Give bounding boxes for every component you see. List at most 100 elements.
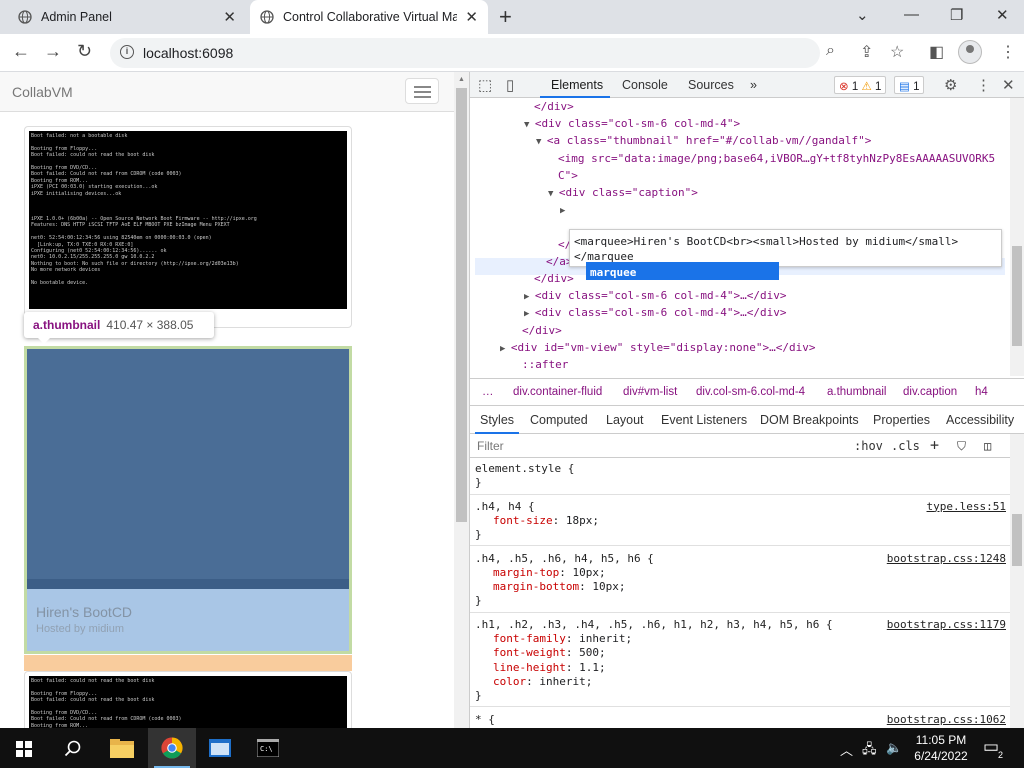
devtools-menu-icon[interactable]: ⋮	[976, 76, 991, 94]
elements-scrollbar[interactable]	[1010, 98, 1024, 376]
issues-badge[interactable]: ⊗ 1 ⚠ 1	[834, 76, 887, 94]
tab-console[interactable]: Console	[622, 78, 668, 92]
style-declaration[interactable]: margin-top: 10px;	[493, 566, 606, 580]
tab-search-chevron-icon[interactable]: ⌄	[856, 6, 869, 24]
scrollbar-thumb[interactable]	[1012, 246, 1022, 346]
reload-icon[interactable]: ↻	[77, 41, 92, 62]
rule-selector[interactable]: .h4, .h5, .h6, h4, h5, h6 {	[475, 552, 654, 566]
hamburger-menu-icon[interactable]	[405, 78, 439, 104]
messages-badge[interactable]: ▤ 1	[894, 76, 925, 94]
rule-source-link[interactable]: bootstrap.css:1248	[887, 552, 1006, 566]
tab-sources[interactable]: Sources	[688, 78, 734, 92]
back-arrow-icon[interactable]: ←	[12, 41, 30, 62]
breadcrumb-item[interactable]: a.thumbnail	[827, 386, 886, 398]
close-window-icon[interactable]: ✕	[996, 6, 1009, 24]
system-clock[interactable]: 11:05 PM 6/24/2022	[906, 732, 976, 764]
maximize-icon[interactable]: ❐	[950, 6, 963, 24]
hov-toggle[interactable]: :hov	[854, 439, 883, 453]
inspect-element-icon[interactable]: ⬚	[478, 76, 492, 94]
breadcrumb-item[interactable]: div.col-sm-6.col-md-4	[696, 386, 805, 398]
search-button[interactable]	[48, 728, 96, 768]
rule-selector[interactable]: .h4, h4 {	[475, 500, 535, 514]
tab-accessibility[interactable]: Accessibility	[946, 413, 1014, 427]
profile-avatar[interactable]	[958, 40, 982, 64]
tab-properties[interactable]: Properties	[873, 413, 930, 427]
tab-event-listeners[interactable]: Event Listeners	[661, 413, 747, 427]
style-declaration[interactable]: font-size: 18px;	[493, 514, 599, 528]
autocomplete-suggestion[interactable]: marquee	[586, 262, 779, 280]
new-style-rule-icon[interactable]: +	[930, 436, 939, 454]
expand-triangle-icon[interactable]: ▼	[536, 137, 547, 147]
tab-elements[interactable]: Elements	[551, 78, 603, 92]
side-panel-icon[interactable]: ◧	[929, 42, 944, 62]
vm-thumbnail[interactable]: Boot failed: not a bootable disk Booting …	[24, 126, 352, 328]
tab-dom-breakpoints[interactable]: DOM Breakpoints	[760, 413, 859, 427]
app-button[interactable]	[196, 728, 244, 768]
volume-icon[interactable]: 🔈	[886, 740, 902, 756]
more-tabs-icon[interactable]: »	[750, 78, 757, 92]
breadcrumb-item[interactable]: div.caption	[903, 386, 957, 398]
close-devtools-icon[interactable]: ✕	[1002, 76, 1015, 94]
dom-node-row[interactable]: ▼ <div class="caption">	[548, 184, 698, 203]
highlighted-vm-thumbnail[interactable]: Hiren's BootCD Hosted by midium	[24, 346, 352, 654]
expand-triangle-icon[interactable]: ▼	[524, 120, 535, 130]
dom-node-row[interactable]: </div>	[534, 98, 574, 115]
cls-toggle[interactable]: .cls	[891, 439, 920, 453]
zoom-icon[interactable]: ⌕	[826, 42, 835, 60]
dom-node-row[interactable]: </div>	[522, 322, 562, 339]
dom-node-row[interactable]: ::after	[522, 356, 568, 373]
styles-scrollbar[interactable]	[1010, 434, 1024, 728]
brand-link[interactable]: CollabVM	[12, 84, 73, 100]
minimize-icon[interactable]: —	[904, 6, 919, 23]
page-scrollbar[interactable]: ▲	[454, 72, 469, 728]
breadcrumb-item[interactable]: div#vm-list	[623, 386, 677, 398]
forward-arrow-icon[interactable]: →	[44, 41, 62, 62]
kebab-menu-icon[interactable]: ⋮	[1000, 42, 1016, 62]
rule-source-link[interactable]: type.less:51	[927, 500, 1006, 514]
collapse-triangle-icon[interactable]: ▶	[560, 206, 565, 216]
bookmark-star-icon[interactable]: ☆	[890, 42, 904, 62]
paint-icon[interactable]: ⛉	[957, 439, 966, 454]
terminal-button[interactable]: C:\	[244, 728, 292, 768]
style-declaration[interactable]: color: inherit;	[493, 675, 592, 689]
new-tab-icon[interactable]: +	[499, 4, 512, 30]
rule-selector[interactable]: * {	[475, 713, 495, 727]
toggle-sidebar-icon[interactable]: ◫	[984, 439, 991, 453]
dom-node-row[interactable]: C">	[558, 167, 578, 184]
tab-layout[interactable]: Layout	[606, 413, 644, 427]
close-tab-icon[interactable]: ✕	[223, 8, 236, 26]
expand-triangle-icon[interactable]: ▼	[548, 189, 559, 199]
close-tab-icon[interactable]: ✕	[465, 8, 478, 26]
tab-collabvm[interactable]: Control Collaborative Virtual Mac ✕	[250, 0, 488, 34]
rule-source-link[interactable]: bootstrap.css:1179	[887, 618, 1006, 632]
tab-computed[interactable]: Computed	[530, 413, 588, 427]
start-button[interactable]	[0, 728, 48, 768]
style-declaration[interactable]: margin-bottom: 10px;	[493, 580, 625, 594]
style-declaration[interactable]: font-family: inherit;	[493, 632, 632, 646]
breadcrumb-item[interactable]: div.container-fluid	[513, 386, 602, 398]
site-info-icon[interactable]: i	[120, 45, 134, 59]
network-icon[interactable]: 🖧	[862, 740, 877, 762]
scrollbar-thumb[interactable]	[1012, 514, 1022, 566]
chrome-button[interactable]	[148, 728, 196, 768]
vm-thumbnail[interactable]: Boot failed: could not read the boot dis…	[24, 671, 352, 728]
file-explorer-button[interactable]	[98, 728, 146, 768]
breadcrumb-item-current[interactable]: h4	[975, 386, 988, 398]
device-toolbar-icon[interactable]: ▯	[506, 76, 514, 94]
rule-selector[interactable]: element.style {	[475, 462, 574, 476]
dom-node-row[interactable]: </div>	[534, 270, 574, 287]
dom-node-row[interactable]: ▶ <div class="col-sm-6 col-md-4">…</div>	[524, 304, 787, 323]
notifications-icon[interactable]: ▭	[983, 737, 999, 757]
collapse-triangle-icon[interactable]: ▶	[524, 292, 535, 302]
tab-styles[interactable]: Styles	[480, 413, 514, 427]
filter-input[interactable]: Filter	[477, 439, 504, 453]
style-declaration[interactable]: font-weight: 500;	[493, 646, 606, 660]
rule-source-link[interactable]: bootstrap.css:1062	[887, 713, 1006, 727]
style-declaration[interactable]: line-height: 1.1;	[493, 661, 606, 675]
tab-admin-panel[interactable]: Admin Panel ✕	[8, 0, 246, 34]
share-icon[interactable]: ⇪	[860, 42, 873, 62]
scroll-up-icon[interactable]: ▲	[458, 76, 465, 83]
dom-node-row[interactable]: <img src="data:image/png;base64,iVBOR…gY…	[558, 150, 995, 167]
chevron-up-icon[interactable]: ︿	[840, 740, 853, 759]
breadcrumb-item[interactable]: …	[482, 386, 494, 398]
